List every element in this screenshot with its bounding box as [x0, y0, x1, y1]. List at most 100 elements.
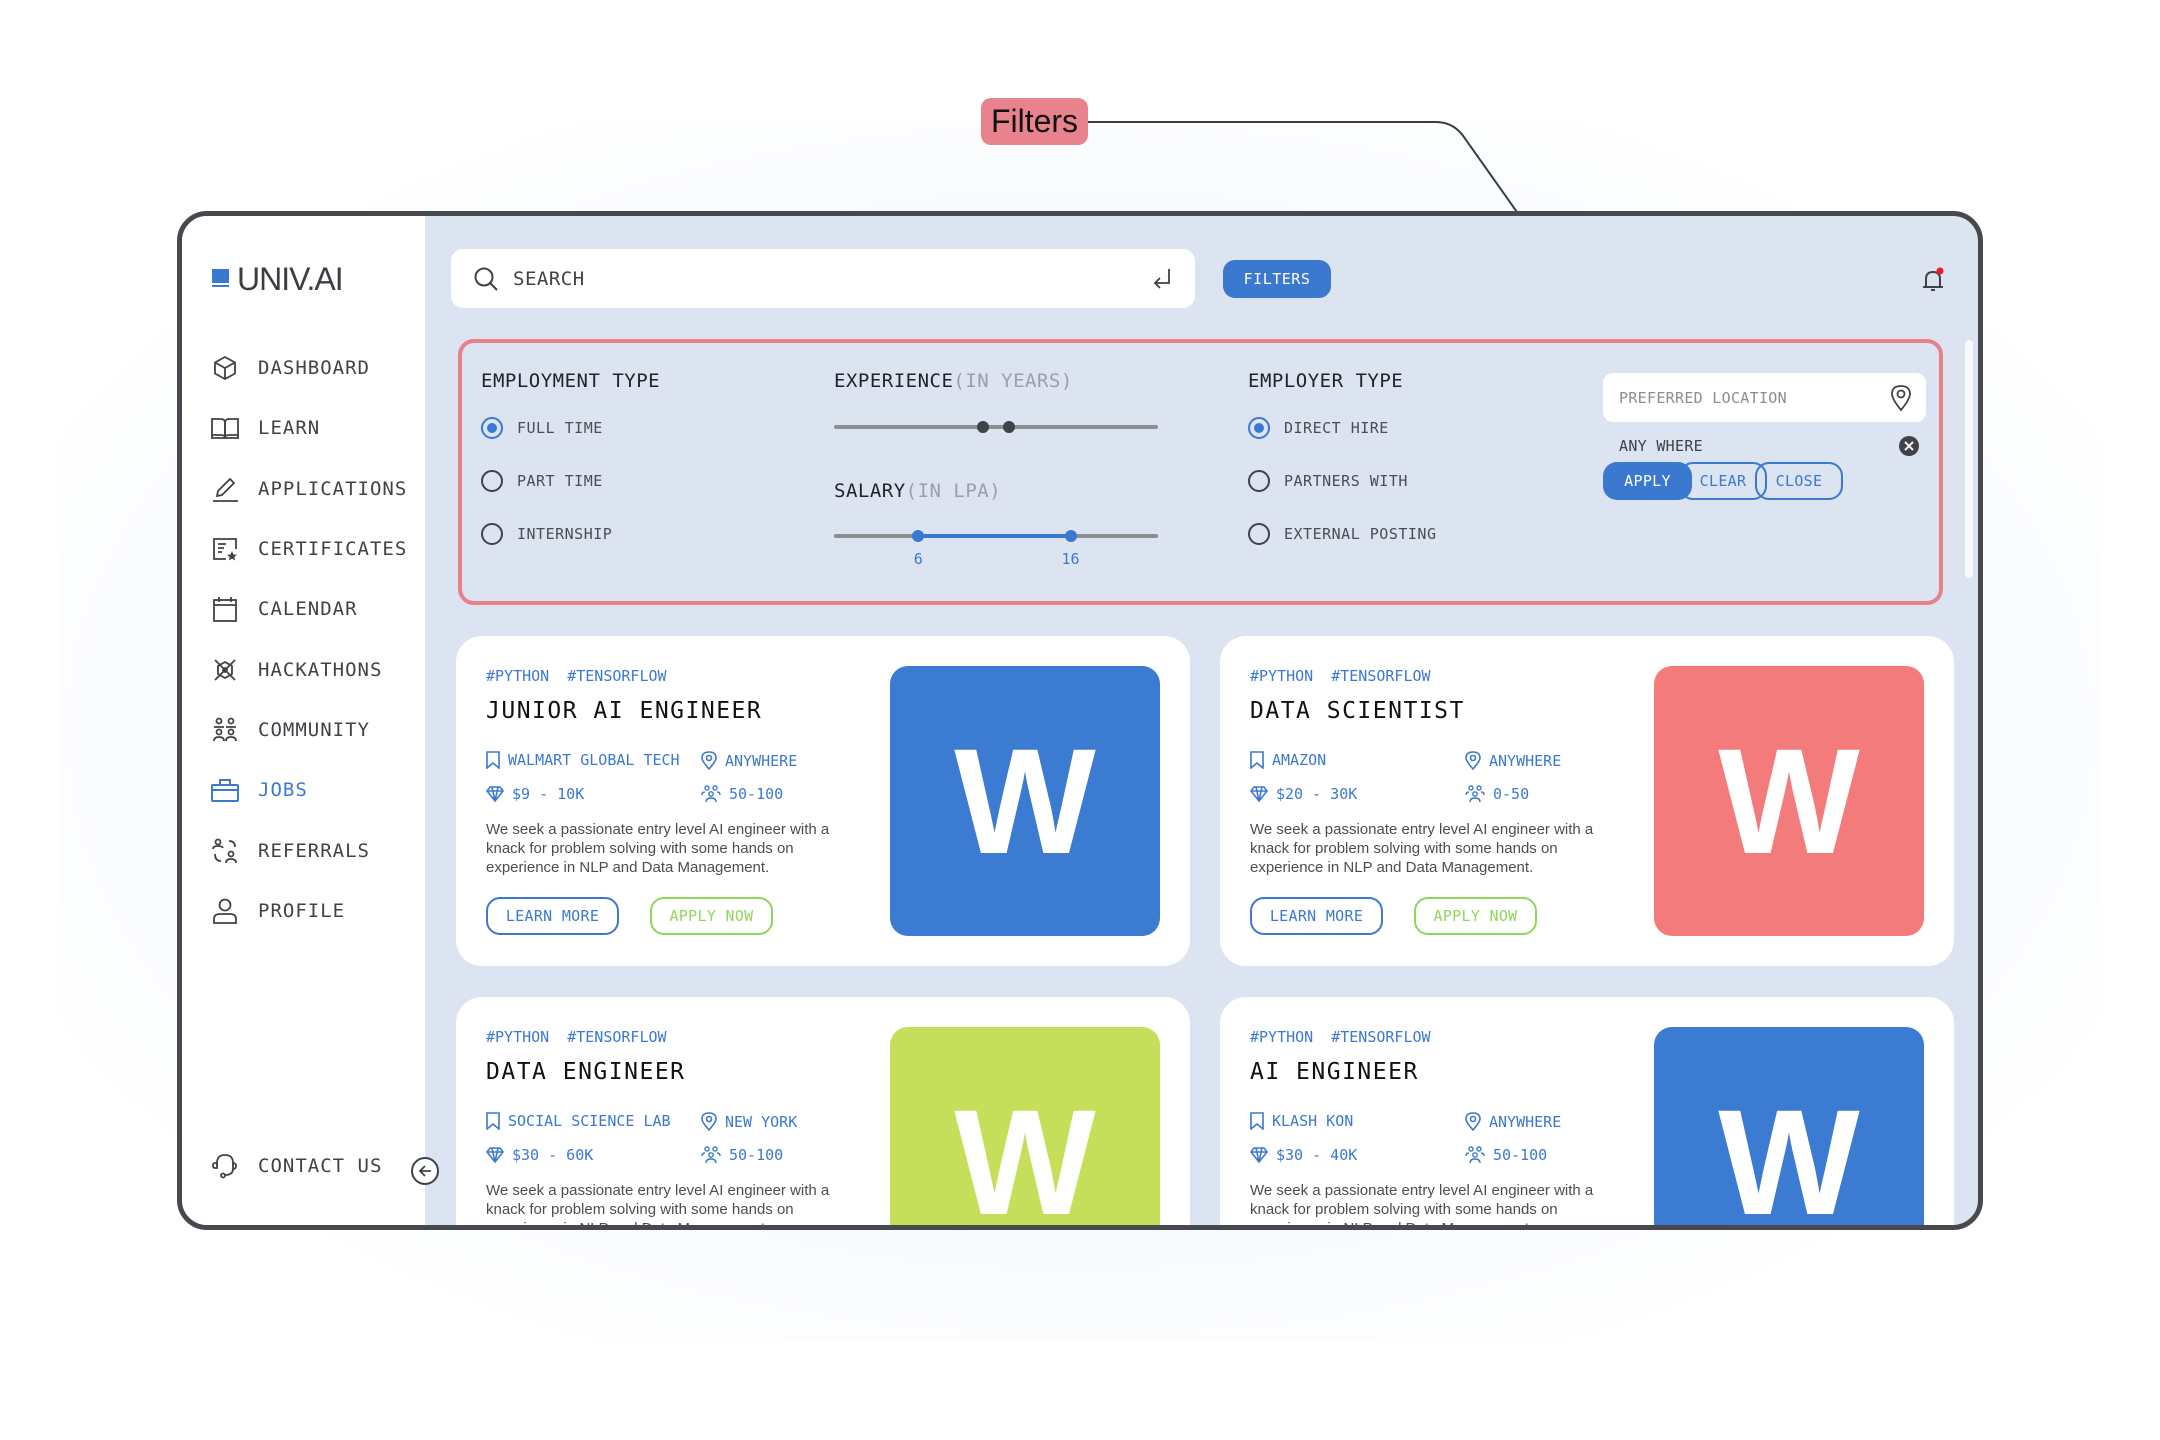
sidebar-item-jobs[interactable]: JOBS — [210, 760, 407, 820]
learn-more-button[interactable]: LEARN MORE — [486, 897, 619, 935]
experience-slider[interactable] — [834, 417, 1158, 437]
brand-name: UNIV.AI — [237, 261, 344, 297]
sidebar-item-profile[interactable]: PROFILE — [210, 881, 407, 941]
book-icon — [210, 413, 240, 443]
salary-unit: (IN LPA) — [905, 480, 1002, 502]
job-tags: #PYTHON #TENSORFLOW — [486, 667, 667, 685]
slider-thumb-min[interactable] — [977, 421, 990, 433]
sidebar-item-label: HACKATHONS — [258, 658, 383, 681]
job-tag[interactable]: #PYTHON — [1250, 667, 1313, 685]
job-title: JUNIOR AI ENGINEER — [486, 698, 763, 724]
sidebar-item-label: DASHBOARD — [258, 357, 370, 380]
sidebar-item-learn[interactable]: LEARN — [210, 398, 407, 458]
job-tag[interactable]: #TENSORFLOW — [1331, 1028, 1430, 1046]
radio-direct-hire[interactable]: DIRECT HIRE — [1248, 417, 1389, 439]
slider-thumb-max[interactable] — [1002, 421, 1015, 433]
scrollbar[interactable] — [1965, 340, 1973, 578]
search-input[interactable]: SEARCH — [451, 249, 1195, 308]
job-company: AMAZON — [1250, 751, 1326, 769]
clear-filters-button[interactable]: CLEAR — [1679, 462, 1767, 500]
sidebar-item-label: PROFILE — [258, 899, 346, 922]
filters-button[interactable]: FILTERS — [1223, 260, 1331, 298]
job-tag[interactable]: #PYTHON — [486, 667, 549, 685]
job-tag[interactable]: #TENSORFLOW — [567, 667, 666, 685]
sidebar-nav: DASHBOARD LEARN APPLICATIONS CERTIFICATE… — [210, 338, 407, 941]
salary-range: $9 - 10K — [512, 785, 585, 803]
job-company: SOCIAL SCIENCE LAB — [486, 1112, 671, 1130]
job-card: #PYTHON #TENSORFLOW DATA ENGINEER SOCIAL… — [456, 997, 1190, 1230]
radio-button — [481, 417, 503, 439]
job-tag[interactable]: #PYTHON — [486, 1028, 549, 1046]
radio-label: DIRECT HIRE — [1284, 419, 1389, 437]
map-pin-icon — [701, 1112, 717, 1131]
job-location: ANYWHERE — [1465, 1112, 1561, 1131]
company-logo: W — [890, 1027, 1160, 1230]
radio-button — [481, 470, 503, 492]
sidebar-item-community[interactable]: COMMUNITY — [210, 700, 407, 760]
employment-type-heading: EMPLOYMENT TYPE — [481, 370, 661, 392]
apply-now-button[interactable]: APPLY NOW — [1414, 897, 1537, 935]
radio-label: FULL TIME — [517, 419, 603, 437]
team-size: 50-100 — [729, 785, 784, 803]
company-logo: W — [1654, 1027, 1924, 1225]
company-logo-letter: W — [954, 1078, 1096, 1230]
radio-internship[interactable]: INTERNSHIP — [481, 523, 612, 545]
slider-thumb-min[interactable] — [912, 530, 925, 542]
diamond-icon — [1250, 786, 1268, 802]
sidebar-item-dashboard[interactable]: DASHBOARD — [210, 338, 407, 398]
map-pin-icon — [1465, 1112, 1481, 1131]
radio-partners-with[interactable]: PARTNERS WITH — [1248, 470, 1408, 492]
notifications-button[interactable] — [1918, 265, 1948, 295]
learn-more-button[interactable]: LEARN MORE — [1250, 897, 1383, 935]
radio-part-time[interactable]: PART TIME — [481, 470, 603, 492]
radio-label: INTERNSHIP — [517, 525, 613, 543]
preferred-location-input[interactable]: PREFERRED LOCATION — [1603, 373, 1926, 422]
bookmark-icon — [1250, 751, 1264, 769]
bookmark-icon — [486, 751, 500, 769]
location-chip-label: ANY WHERE — [1619, 437, 1703, 455]
apply-now-button[interactable]: APPLY NOW — [650, 897, 773, 935]
slider-fill — [918, 534, 1071, 538]
job-tag[interactable]: #TENSORFLOW — [1331, 667, 1430, 685]
salary-range: $20 - 30K — [1276, 785, 1358, 803]
contact-us-link[interactable]: CONTACT US — [210, 1151, 382, 1181]
map-pin-icon — [1891, 384, 1911, 411]
company-logo: W — [890, 666, 1160, 936]
job-tag[interactable]: #PYTHON — [1250, 1028, 1313, 1046]
brand-logo[interactable]: UNIV.AI — [212, 261, 344, 298]
radio-label: PART TIME — [517, 472, 603, 490]
radio-full-time[interactable]: FULL TIME — [481, 417, 603, 439]
referrals-icon — [210, 836, 240, 866]
headset-icon — [210, 1151, 240, 1181]
salary-slider[interactable]: 6 16 — [834, 526, 1158, 568]
company-logo-letter: W — [1718, 717, 1860, 885]
sidebar-item-applications[interactable]: APPLICATIONS — [210, 459, 407, 519]
job-description: We seek a passionate entry level AI engi… — [486, 821, 830, 876]
job-company: WALMART GLOBAL TECH — [486, 751, 680, 769]
slider-track — [834, 425, 1158, 429]
job-tag[interactable]: #TENSORFLOW — [567, 1028, 666, 1046]
job-salary: $30 - 40K — [1250, 1146, 1357, 1164]
sidebar-item-label: REFERRALS — [258, 839, 370, 862]
job-tags: #PYTHON #TENSORFLOW — [486, 1028, 667, 1046]
sidebar-item-referrals[interactable]: REFERRALS — [210, 820, 407, 880]
sidebar-item-hackathons[interactable]: HACKATHONS — [210, 639, 407, 699]
close-filters-button[interactable]: CLOSE — [1755, 462, 1843, 500]
collapse-sidebar-button[interactable] — [411, 1157, 439, 1185]
diamond-icon — [486, 786, 504, 802]
briefcase-icon — [210, 775, 240, 805]
job-location: NEW YORK — [701, 1112, 797, 1131]
sidebar-item-certificates[interactable]: CERTIFICATES — [210, 519, 407, 579]
location-name: ANYWHERE — [1489, 751, 1562, 770]
job-title: AI ENGINEER — [1250, 1059, 1419, 1085]
slider-thumb-max[interactable] — [1064, 530, 1077, 542]
app-window: UNIV.AI DASHBOARD LEARN APPLICATIONS CER… — [177, 211, 1983, 1230]
remove-location-button[interactable] — [1899, 436, 1919, 456]
job-description: We seek a passionate entry level AI engi… — [1250, 1182, 1594, 1230]
radio-button — [1248, 417, 1270, 439]
sidebar-item-calendar[interactable]: CALENDAR — [210, 579, 407, 639]
certificate-icon — [210, 534, 240, 564]
radio-external-posting[interactable]: EXTERNAL POSTING — [1248, 523, 1437, 545]
enter-icon[interactable] — [1151, 267, 1173, 291]
diamond-icon — [486, 1147, 504, 1163]
